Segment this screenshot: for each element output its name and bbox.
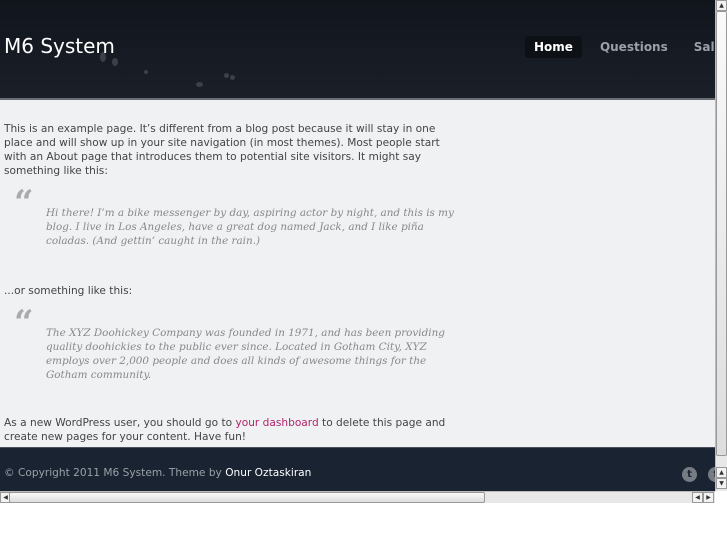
scroll-left-button[interactable]: ◀ (692, 492, 703, 503)
browser-viewport: M6 System Home Questions Sales This is a… (0, 0, 715, 491)
vertical-scrollbar[interactable]: ▲ ▲ ▼ (715, 0, 727, 491)
quote-icon: “ (14, 183, 34, 223)
copyright-text: © Copyright 2011 M6 System. Theme by (4, 467, 226, 479)
horizontal-scroll-thumb[interactable] (9, 492, 485, 503)
quote-text: The XYZ Doohickey Company was founded in… (46, 327, 445, 381)
outro-text: As a new WordPress user, you should go t… (4, 417, 236, 429)
site-header: M6 System Home Questions Sales (0, 0, 715, 100)
nav-item-sales[interactable]: Sales (685, 36, 715, 58)
scroll-right-button[interactable]: ▶ (703, 492, 714, 503)
scroll-down-button[interactable]: ▼ (716, 478, 727, 489)
dashboard-link[interactable]: your dashboard (235, 417, 318, 429)
site-footer: © Copyright 2011 M6 System. Theme by Onu… (0, 447, 715, 491)
scroll-up-button[interactable]: ▲ (716, 0, 727, 11)
vertical-scroll-thumb[interactable] (716, 11, 727, 456)
header-decoration (144, 70, 148, 74)
copyright: © Copyright 2011 M6 System. Theme by Onu… (4, 467, 311, 479)
main-nav: Home Questions Sales (525, 36, 715, 58)
author-link[interactable]: Onur Oztaskiran (225, 467, 311, 479)
quote-icon: “ (14, 303, 34, 343)
nav-item-questions[interactable]: Questions (591, 36, 677, 58)
facebook-icon[interactable]: f (708, 467, 715, 482)
twitter-icon[interactable]: t (682, 467, 697, 482)
header-decoration (224, 73, 229, 78)
blockquote: “ The XYZ Doohickey Company was founded … (4, 306, 454, 382)
outro-paragraph: As a new WordPress user, you should go t… (4, 416, 454, 444)
header-decoration (196, 82, 203, 87)
intro-paragraph: This is an example page. It’s different … (4, 123, 440, 177)
or-paragraph: ...or something like this: (4, 285, 133, 297)
site-title[interactable]: M6 System (4, 34, 115, 58)
page-content: This is an example page. It’s different … (4, 122, 454, 444)
header-decoration (230, 75, 235, 80)
scroll-up-button[interactable]: ▲ (716, 467, 727, 478)
blockquote: “ Hi there! I’m a bike messenger by day,… (4, 186, 454, 248)
horizontal-scrollbar[interactable]: ◀ ◀ ▶ (0, 491, 715, 503)
quote-text: Hi there! I’m a bike messenger by day, a… (46, 207, 454, 247)
nav-item-home[interactable]: Home (525, 36, 582, 58)
header-decoration (112, 58, 118, 66)
